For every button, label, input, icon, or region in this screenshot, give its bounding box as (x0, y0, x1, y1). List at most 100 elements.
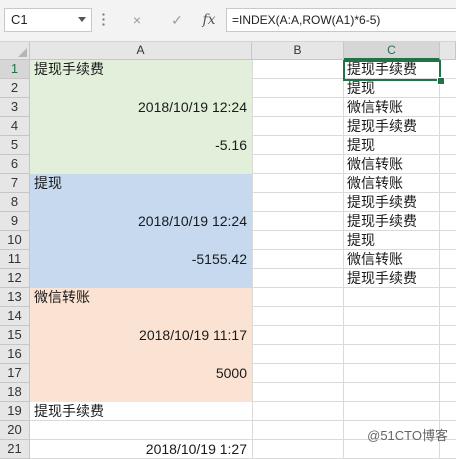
cell-c2[interactable]: 提现 (344, 79, 440, 98)
row-header-4[interactable]: 4 (0, 117, 30, 136)
gridline-h (440, 230, 456, 231)
gridline-h (252, 230, 344, 231)
gridline-h (252, 97, 344, 98)
cancel-icon[interactable]: × (124, 8, 150, 32)
column-header-a[interactable]: A (30, 42, 252, 60)
row-header-10[interactable]: 10 (0, 231, 30, 250)
row-header-21[interactable]: 21 (0, 440, 30, 459)
row-header-15[interactable]: 15 (0, 326, 30, 345)
gridline-h (252, 401, 344, 402)
cell-c7[interactable]: 微信转账 (344, 174, 440, 193)
row-header-6[interactable]: 6 (0, 155, 30, 174)
cell-c11[interactable]: 微信转账 (344, 250, 440, 269)
gridline-h (440, 382, 456, 383)
gridline-h (344, 420, 440, 421)
row-header-20[interactable]: 20 (0, 421, 30, 440)
drag-handle-icon[interactable] (102, 12, 105, 28)
watermark: @51CTO博客 (367, 428, 448, 443)
row-header-17[interactable]: 17 (0, 364, 30, 383)
cell-a7[interactable]: 提现 (30, 174, 252, 193)
row-header-8[interactable]: 8 (0, 193, 30, 212)
gridline-h (440, 211, 456, 212)
column-header-b[interactable]: B (252, 42, 344, 60)
gridline-h (440, 192, 456, 193)
name-box[interactable]: C1 (4, 8, 92, 32)
cell-c12[interactable]: 提现手续费 (344, 269, 440, 288)
gridline-h (252, 382, 344, 383)
gridline-h (252, 173, 344, 174)
gridline-h (252, 154, 344, 155)
row-header-1[interactable]: 1 (0, 60, 30, 79)
column-header-c[interactable]: C (344, 42, 440, 60)
cell-a3[interactable]: 2018/10/19 12:24 (30, 98, 252, 117)
column-header-d[interactable] (440, 42, 456, 60)
gridline-h (440, 173, 456, 174)
gridline-h (252, 344, 344, 345)
gridline-h (252, 439, 344, 440)
cell-a9[interactable]: 2018/10/19 12:24 (30, 212, 252, 231)
row-header-9[interactable]: 9 (0, 212, 30, 231)
cell-c6[interactable]: 微信转账 (344, 155, 440, 174)
gridline-h (440, 287, 456, 288)
gridline-h (252, 135, 344, 136)
row-header-16[interactable]: 16 (0, 345, 30, 364)
gridline-h (252, 78, 344, 79)
cell-a5[interactable]: -5.16 (30, 136, 252, 155)
gridline-h (344, 325, 440, 326)
cell-c5[interactable]: 提现 (344, 136, 440, 155)
gridline-h (252, 363, 344, 364)
cell-c4[interactable]: 提现手续费 (344, 117, 440, 136)
cell-a1[interactable]: 提现手续费 (30, 60, 252, 79)
gridline-h (440, 135, 456, 136)
gridline-h (344, 363, 440, 364)
chevron-down-icon[interactable] (78, 17, 86, 22)
row-header-18[interactable]: 18 (0, 383, 30, 402)
gridline-h (440, 325, 456, 326)
cell-c8[interactable]: 提现手续费 (344, 193, 440, 212)
cell-a17[interactable]: 5000 (30, 364, 252, 383)
row-header-3[interactable]: 3 (0, 98, 30, 117)
cell-a21[interactable]: 2018/10/19 1:27 (30, 440, 252, 459)
cell-c10[interactable]: 提现 (344, 231, 440, 250)
formula-bar: C1 × ✓ fx =INDEX(A:A,ROW(A1)*6-5) (0, 0, 456, 42)
insert-function-icon[interactable]: fx (196, 8, 222, 32)
gridline-h (440, 363, 456, 364)
gridline-h (252, 249, 344, 250)
gridline-h (344, 344, 440, 345)
cell-a13[interactable]: 微信转账 (30, 288, 252, 307)
row-header-12[interactable]: 12 (0, 269, 30, 288)
gridline-h (440, 344, 456, 345)
row-header-11[interactable]: 11 (0, 250, 30, 269)
gridline-h (440, 268, 456, 269)
gridline-h (252, 211, 344, 212)
active-cell-border[interactable] (343, 60, 441, 81)
gridline-h (440, 306, 456, 307)
row-header-2[interactable]: 2 (0, 79, 30, 98)
gridline-h (440, 154, 456, 155)
cell-c9[interactable]: 提现手续费 (344, 212, 440, 231)
gridline-h (252, 325, 344, 326)
gridline-h (440, 420, 456, 421)
cell-a11[interactable]: -5155.42 (30, 250, 252, 269)
row-header-19[interactable]: 19 (0, 402, 30, 421)
cell-a15[interactable]: 2018/10/19 11:17 (30, 326, 252, 345)
cell-c3[interactable]: 微信转账 (344, 98, 440, 117)
row-header-7[interactable]: 7 (0, 174, 30, 193)
gridline-h (252, 287, 344, 288)
row-header-13[interactable]: 13 (0, 288, 30, 307)
gridline-h (440, 249, 456, 250)
formula-input[interactable]: =INDEX(A:A,ROW(A1)*6-5) (226, 8, 456, 32)
gridline-h (440, 401, 456, 402)
cell-a19[interactable]: 提现手续费 (30, 402, 252, 421)
spreadsheet-grid: A B C 1 2 3 4 5 6 7 8 9 10 11 12 13 14 15 16 17 18 19 20 21 … (0, 42, 456, 459)
select-all-corner[interactable] (0, 42, 30, 60)
gridline-v (252, 60, 253, 459)
gridline-h (252, 268, 344, 269)
gridline-h (252, 192, 344, 193)
row-header-14[interactable]: 14 (0, 307, 30, 326)
row-header-5[interactable]: 5 (0, 136, 30, 155)
fill-handle[interactable] (437, 77, 445, 85)
gridline-h (440, 97, 456, 98)
enter-icon[interactable]: ✓ (164, 8, 190, 32)
gridline-h (252, 306, 344, 307)
